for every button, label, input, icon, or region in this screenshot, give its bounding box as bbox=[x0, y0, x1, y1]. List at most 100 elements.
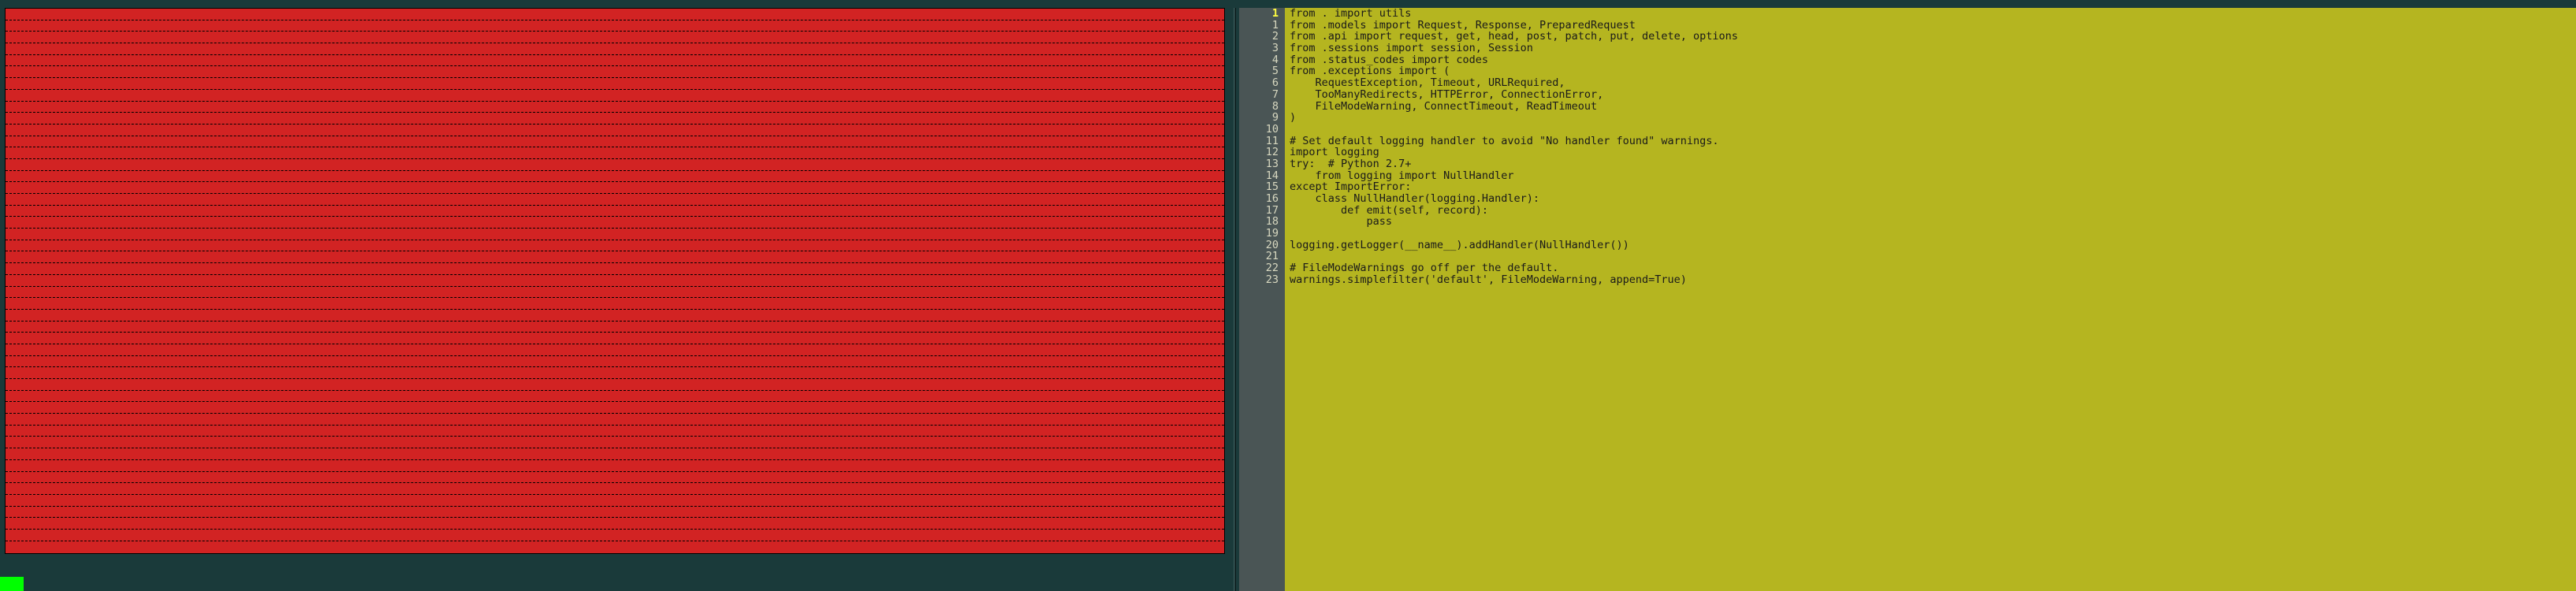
code-line: from . import utils bbox=[1290, 8, 2576, 20]
deleted-line bbox=[6, 541, 1224, 553]
right-pane[interactable]: 11234567891011121314151617181920212223 f… bbox=[1239, 0, 2576, 591]
line-number: 12 bbox=[1239, 147, 1279, 158]
deleted-line bbox=[6, 402, 1224, 414]
deleted-line bbox=[6, 251, 1224, 263]
deleted-line bbox=[6, 66, 1224, 78]
code-line bbox=[1290, 228, 2576, 240]
deleted-line bbox=[6, 298, 1224, 310]
line-number: 9 bbox=[1239, 112, 1279, 124]
code-line: FileModeWarning, ConnectTimeout, ReadTim… bbox=[1290, 101, 2576, 113]
deleted-line bbox=[6, 344, 1224, 356]
deleted-line bbox=[6, 460, 1224, 472]
code-line bbox=[1290, 124, 2576, 136]
code-line: from .api import request, get, head, pos… bbox=[1290, 31, 2576, 43]
deleted-line bbox=[6, 379, 1224, 391]
code-line: import logging bbox=[1290, 147, 2576, 158]
deleted-line bbox=[6, 287, 1224, 299]
line-number: 16 bbox=[1239, 193, 1279, 205]
line-number: 21 bbox=[1239, 251, 1279, 262]
deleted-line bbox=[6, 113, 1224, 125]
deleted-line bbox=[6, 240, 1224, 252]
deleted-line bbox=[6, 518, 1224, 530]
line-number: 1 bbox=[1239, 20, 1279, 32]
code-line: # FileModeWarnings go off per the defaul… bbox=[1290, 262, 2576, 274]
deleted-line bbox=[6, 171, 1224, 183]
line-number: 18 bbox=[1239, 216, 1279, 228]
deleted-line bbox=[6, 263, 1224, 275]
line-number: 10 bbox=[1239, 124, 1279, 136]
line-number: 19 bbox=[1239, 228, 1279, 240]
code-line: logging.getLogger(__name__).addHandler(N… bbox=[1290, 240, 2576, 251]
line-number: 14 bbox=[1239, 170, 1279, 182]
deleted-line bbox=[6, 437, 1224, 448]
line-number-gutter: 11234567891011121314151617181920212223 bbox=[1239, 8, 1285, 591]
deleted-line bbox=[6, 90, 1224, 102]
deleted-line bbox=[6, 472, 1224, 484]
line-number: 17 bbox=[1239, 205, 1279, 217]
code-line: # Set default logging handler to avoid "… bbox=[1290, 136, 2576, 147]
deleted-line bbox=[6, 102, 1224, 113]
vimdiff-window: 11234567891011121314151617181920212223 f… bbox=[0, 0, 2576, 591]
deleted-lines-block bbox=[5, 8, 1225, 554]
deleted-line bbox=[6, 322, 1224, 333]
deleted-line bbox=[6, 310, 1224, 322]
deleted-line bbox=[6, 229, 1224, 240]
deleted-line bbox=[6, 206, 1224, 217]
deleted-line bbox=[6, 275, 1224, 287]
code-line: from logging import NullHandler bbox=[1290, 170, 2576, 182]
code-line: try: # Python 2.7+ bbox=[1290, 158, 2576, 170]
deleted-line bbox=[6, 20, 1224, 32]
deleted-line bbox=[6, 530, 1224, 541]
code-line: pass bbox=[1290, 216, 2576, 228]
line-number: 15 bbox=[1239, 181, 1279, 193]
deleted-line bbox=[6, 391, 1224, 403]
deleted-line bbox=[6, 414, 1224, 426]
deleted-line bbox=[6, 182, 1224, 194]
vertical-splitter[interactable] bbox=[1230, 0, 1239, 591]
code-line: def emit(self, record): bbox=[1290, 205, 2576, 217]
code-line: TooManyRedirects, HTTPError, ConnectionE… bbox=[1290, 89, 2576, 101]
deleted-line bbox=[6, 159, 1224, 171]
line-number: 6 bbox=[1239, 77, 1279, 89]
code-line: except ImportError: bbox=[1290, 181, 2576, 193]
deleted-line bbox=[6, 78, 1224, 90]
line-number-current: 1 bbox=[1239, 8, 1279, 20]
code-line: from .sessions import session, Session bbox=[1290, 43, 2576, 54]
deleted-line bbox=[6, 147, 1224, 159]
code-line: warnings.simplefilter('default', FileMod… bbox=[1290, 274, 2576, 286]
line-number: 20 bbox=[1239, 240, 1279, 251]
deleted-line bbox=[6, 136, 1224, 148]
deleted-line bbox=[6, 507, 1224, 519]
code-line: from .exceptions import ( bbox=[1290, 65, 2576, 77]
line-number: 4 bbox=[1239, 54, 1279, 66]
code-line: from .models import Request, Response, P… bbox=[1290, 20, 2576, 32]
deleted-line bbox=[6, 43, 1224, 55]
code-line: from .status_codes import codes bbox=[1290, 54, 2576, 66]
code-line: RequestException, Timeout, URLRequired, bbox=[1290, 77, 2576, 89]
deleted-line bbox=[6, 55, 1224, 67]
deleted-line bbox=[6, 217, 1224, 229]
code-area[interactable]: from . import utilsfrom .models import R… bbox=[1285, 8, 2576, 591]
line-number: 8 bbox=[1239, 101, 1279, 113]
code-line: class NullHandler(logging.Handler): bbox=[1290, 193, 2576, 205]
deleted-line bbox=[6, 125, 1224, 136]
deleted-line bbox=[6, 9, 1224, 20]
deleted-line bbox=[6, 356, 1224, 368]
deleted-line bbox=[6, 495, 1224, 507]
line-number: 3 bbox=[1239, 43, 1279, 54]
deleted-line bbox=[6, 367, 1224, 379]
line-number: 13 bbox=[1239, 158, 1279, 170]
line-number: 7 bbox=[1239, 89, 1279, 101]
left-pane[interactable] bbox=[0, 0, 1230, 591]
code-line: ) bbox=[1290, 112, 2576, 124]
line-number: 5 bbox=[1239, 65, 1279, 77]
deleted-line bbox=[6, 483, 1224, 495]
deleted-line bbox=[6, 333, 1224, 344]
line-number: 11 bbox=[1239, 136, 1279, 147]
line-number: 23 bbox=[1239, 274, 1279, 286]
deleted-line bbox=[6, 426, 1224, 437]
deleted-line bbox=[6, 32, 1224, 43]
status-indicator bbox=[0, 577, 24, 591]
splitter-bar bbox=[1234, 8, 1236, 591]
line-number: 22 bbox=[1239, 262, 1279, 274]
